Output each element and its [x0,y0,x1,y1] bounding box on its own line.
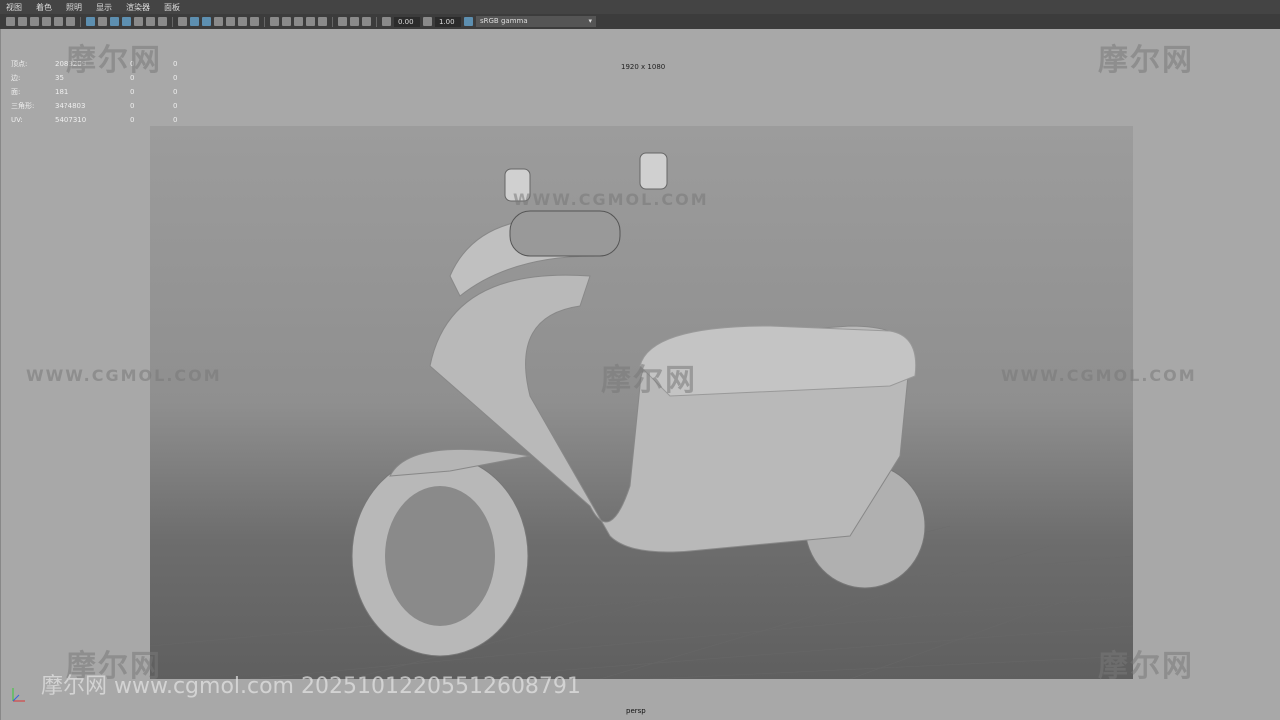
backface-icon[interactable] [362,17,371,26]
field-chart-icon[interactable] [134,17,143,26]
stat-triangles: 三角形: 34?4803 0 0 [11,102,178,110]
camera-attr-icon[interactable] [18,17,27,26]
menu-bar: 视图 着色 照明 显示 渲染器 面板 [0,0,1280,14]
watermark-url: WWW.CGMOL.COM [513,190,709,209]
menu-show[interactable]: 显示 [96,2,112,13]
menu-lighting[interactable]: 照明 [66,2,82,13]
default-material-icon[interactable] [202,17,211,26]
2d-pan-icon[interactable] [66,17,75,26]
menu-view[interactable]: 视图 [6,2,22,13]
gate-mask-icon[interactable] [122,17,131,26]
camera-name-label: persp [626,707,646,715]
safe-action-icon[interactable] [146,17,155,26]
xray-joints-icon[interactable] [350,17,359,26]
watermark-footer: 摩尔网 www.cgmol.com 20251012205512608791 [41,674,581,699]
watermark-logo: 摩尔网 [66,43,162,78]
lights-icon[interactable] [238,17,247,26]
watermark-logo: 摩尔网 [1098,43,1194,78]
grid-icon[interactable] [86,17,95,26]
menu-shading[interactable]: 着色 [36,2,52,13]
camera-icon[interactable] [6,17,15,26]
isolate-icon[interactable] [318,17,327,26]
smooth-shade-icon[interactable] [190,17,199,26]
motion-blur-icon[interactable] [282,17,291,26]
resolution-label: 1920 x 1080 [621,63,666,71]
shadows-icon[interactable] [250,17,259,26]
wireframe-icon[interactable] [178,17,187,26]
image-plane-icon[interactable] [42,17,51,26]
exposure-icon [382,17,391,26]
exposure-input[interactable]: 0.00 [394,16,420,27]
axis-gizmo-icon [12,688,25,702]
anti-alias-icon[interactable] [294,17,303,26]
ambient-occlusion-icon[interactable] [270,17,279,26]
watermark-url: WWW.CGMOL.COM [26,366,222,385]
grease-pencil-icon[interactable] [54,17,63,26]
xray-icon[interactable] [338,17,347,26]
color-space-value: sRGB gamma [480,17,528,25]
menu-renderer[interactable]: 渲染器 [126,2,150,13]
watermark-logo: 摩尔网 [601,363,697,398]
stat-faces: 面: 181 0 0 [11,88,178,96]
gamma-icon [423,17,432,26]
depth-of-field-icon[interactable] [306,17,315,26]
watermark-url: WWW.CGMOL.COM [1001,366,1197,385]
bookmark-icon[interactable] [30,17,39,26]
watermark-logo: 摩尔网 [1098,649,1194,684]
menu-panels[interactable]: 面板 [164,2,180,13]
safe-title-icon[interactable] [158,17,167,26]
textured-icon[interactable] [226,17,235,26]
stat-uvs: UV: 5407310 0 0 [11,116,178,124]
color-management-icon[interactable] [464,17,473,26]
viewport[interactable]: 顶点: 2083209 0 0 边: 35 0 0 面: 181 0 0 三角形: 34?4803 0… [0,29,1280,720]
panel-toolbar: 0.00 1.00 sRGB gamma ▾ [0,14,1280,29]
color-space-dropdown[interactable]: sRGB gamma ▾ [476,16,596,27]
gamma-input[interactable]: 1.00 [435,16,461,27]
film-gate-icon[interactable] [98,17,107,26]
resolution-gate-icon[interactable] [110,17,119,26]
chevron-down-icon: ▾ [588,17,592,25]
wireframe-on-shaded-icon[interactable] [214,17,223,26]
